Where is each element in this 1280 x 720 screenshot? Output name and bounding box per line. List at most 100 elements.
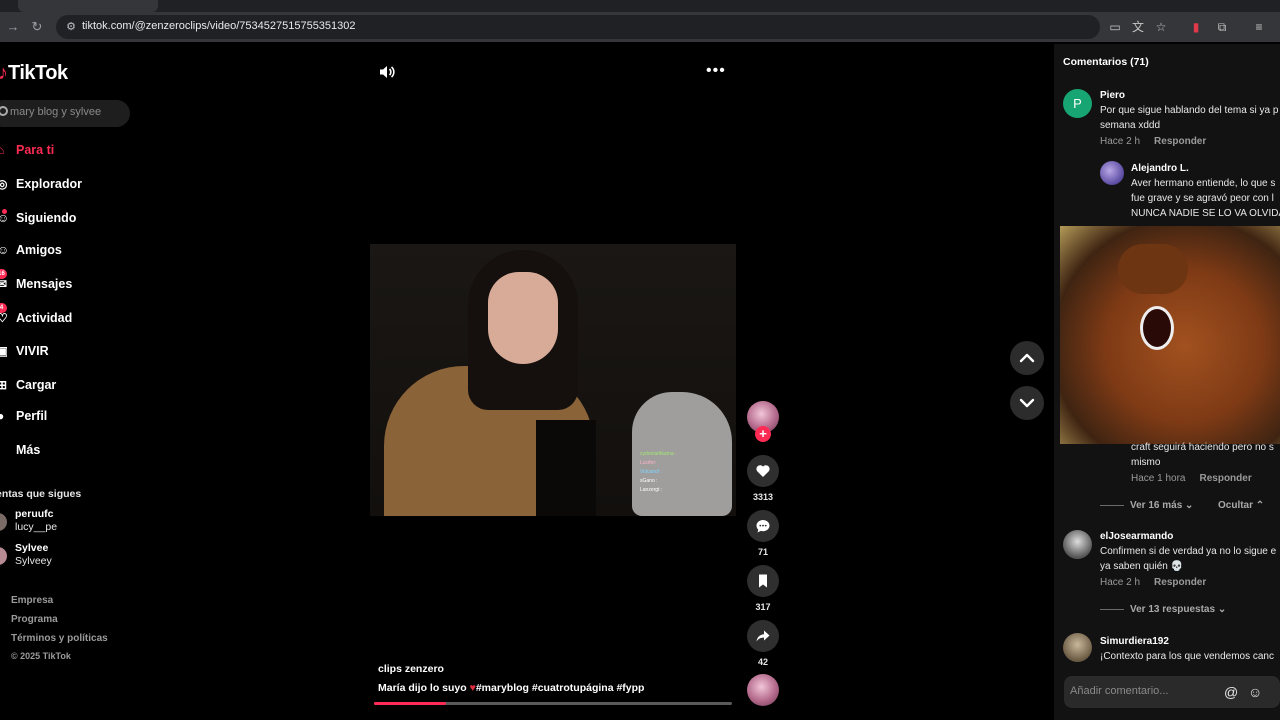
nav-item-actividad[interactable]: 4 ♡ Actividad <box>0 303 73 329</box>
like-count: 3313 <box>752 492 774 502</box>
new-content-dot <box>2 209 7 214</box>
search-input[interactable] <box>10 106 120 118</box>
nav-label: Para ti <box>16 143 55 157</box>
comment-text: Aver hermano entiende, lo que s fue grav… <box>1131 178 1280 219</box>
video-progress-bar[interactable] <box>374 702 732 705</box>
reply-button[interactable]: Responder <box>1154 136 1206 147</box>
live-icon: ▣ <box>0 344 7 358</box>
nav-label: Cargar <box>16 378 57 392</box>
nav-item-mas[interactable]: · Más <box>0 439 40 461</box>
video-progress-fill <box>374 702 446 705</box>
comment-author[interactable]: Simurdiera192 <box>1100 636 1169 647</box>
divider-line <box>1100 608 1124 610</box>
translate-icon[interactable]: 文 <box>1130 19 1146 35</box>
nav-item-perfil[interactable]: ● Perfil <box>0 405 47 427</box>
nav-item-vivir[interactable]: ▣ VIVIR <box>0 340 49 362</box>
comment-text: ¡Contexto para los que vendemos canc <box>1100 651 1274 662</box>
avatar[interactable] <box>1100 161 1124 185</box>
nav-item-cargar[interactable]: ⊞ Cargar <box>0 374 56 396</box>
nav-item-para-ti[interactable]: ⌂ Para ti <box>0 139 54 161</box>
more-icon: · <box>0 443 7 457</box>
following-account[interactable]: Sylvee Sylveey <box>0 542 90 570</box>
comment-text: craft seguirá haciendo pero no s mismo <box>1131 442 1274 468</box>
search-box[interactable] <box>0 100 130 127</box>
tiktok-logo[interactable]: ♪TikTok <box>0 62 68 85</box>
reload-icon[interactable]: ↻ <box>28 18 46 36</box>
add-comment-input[interactable] <box>1070 685 1220 697</box>
nav-item-amigos[interactable]: ☺ Amigos <box>0 239 62 261</box>
chevron-down-icon: ⌄ <box>1217 604 1227 615</box>
copyright: © 2025 TikTok <box>11 651 71 661</box>
toggle-label: Ocultar <box>1218 500 1254 511</box>
emoji-icon[interactable]: ☺ <box>1248 683 1262 701</box>
toggle-label: Ver 13 respuestas <box>1130 604 1216 615</box>
add-comment-box[interactable]: @ ☺ <box>1064 676 1280 708</box>
media-control-icon[interactable]: ≡ <box>1251 19 1267 35</box>
address-bar[interactable]: ⚙ tiktok.com/@zenzeroclips/video/7534527… <box>56 15 1100 39</box>
video-player[interactable]: cydoniartikama : Lucifer: Volcanof : sGa… <box>370 244 736 516</box>
view-more-replies-button[interactable]: Ver 16 más ⌄ <box>1100 500 1193 511</box>
browser-tab[interactable] <box>18 0 158 12</box>
volume-icon[interactable] <box>378 63 396 81</box>
extension-icon[interactable]: ▮ <box>1188 19 1204 35</box>
following-account[interactable]: peruufc lucy__pe <box>0 508 90 536</box>
chat-overlay-line: Volcanof : <box>640 469 662 475</box>
view-replies-button[interactable]: Ver 13 respuestas ⌄ <box>1100 604 1226 615</box>
music-disc-avatar[interactable] <box>747 674 779 706</box>
divider-line <box>1100 504 1124 506</box>
url-text[interactable]: tiktok.com/@zenzeroclips/video/753452751… <box>82 20 356 32</box>
upload-icon: ⊞ <box>0 378 7 392</box>
mention-icon[interactable]: @ <box>1224 683 1238 701</box>
more-options-icon[interactable]: ••• <box>706 62 726 80</box>
footer-link-terminos[interactable]: Términos y políticas <box>11 633 108 644</box>
footer-link-empresa[interactable]: Empresa <box>11 595 53 606</box>
comment-author[interactable]: Alejandro L. <box>1131 163 1189 174</box>
forward-icon[interactable]: → <box>4 18 22 36</box>
caption-hashtags[interactable]: #maryblog #cuatrotupágina #fypp <box>476 682 645 694</box>
account-handle: Sylveey <box>15 555 52 567</box>
reply-image-orangutan[interactable] <box>1060 226 1280 444</box>
nav-item-mensajes[interactable]: 16 ✉ Mensajes <box>0 269 72 295</box>
install-app-icon[interactable]: ▭ <box>1107 19 1123 35</box>
chat-overlay-line: sGano : <box>640 478 658 484</box>
nav-label: Explorador <box>16 177 82 191</box>
next-video-button[interactable] <box>1010 386 1044 420</box>
site-info-icon[interactable]: ⚙ <box>64 20 78 34</box>
nav-item-explorador[interactable]: ◎ Explorador <box>0 173 82 195</box>
nav-item-siguiendo[interactable]: ☺ Siguiendo <box>0 207 76 229</box>
compass-icon: ◎ <box>0 177 7 191</box>
bookmark-star-icon[interactable]: ☆ <box>1153 19 1169 35</box>
comment-meta: Hace 2 h Responder <box>1100 136 1206 147</box>
activity-icon: ♡ <box>0 311 7 325</box>
logo-text: TikTok <box>8 62 68 84</box>
comment-time: Hace 2 h <box>1100 136 1141 147</box>
search-icon[interactable] <box>0 106 8 116</box>
avatar[interactable] <box>1063 633 1092 662</box>
comment-text: Confirmen si de verdad ya no lo sigue e … <box>1100 546 1277 572</box>
toggle-label: Ver 16 más <box>1130 500 1183 511</box>
avatar <box>0 513 7 531</box>
comment-button[interactable] <box>747 510 779 542</box>
avatar[interactable] <box>1063 530 1092 559</box>
browser-tabstrip <box>0 0 1280 12</box>
hide-replies-button[interactable]: Ocultar ⌃ <box>1218 500 1264 511</box>
footer-link-programa[interactable]: Programa <box>11 614 58 625</box>
share-count: 42 <box>757 657 768 667</box>
previous-video-button[interactable] <box>1010 341 1044 375</box>
share-button[interactable] <box>747 620 779 652</box>
video-frame-shape <box>488 272 558 364</box>
save-button[interactable] <box>747 565 779 597</box>
extensions-puzzle-icon[interactable]: ⧉ <box>1214 19 1230 35</box>
nav-label: Perfil <box>16 409 48 423</box>
like-button[interactable] <box>747 455 779 487</box>
reply-button[interactable]: Responder <box>1154 577 1206 588</box>
comment-author[interactable]: elJosearmando <box>1100 531 1173 542</box>
comment-author[interactable]: Piero <box>1100 90 1125 101</box>
chevron-down-icon: ⌄ <box>1185 500 1194 511</box>
avatar[interactable]: P <box>1063 89 1092 118</box>
nav-label: Siguiendo <box>16 211 77 225</box>
video-author[interactable]: clips zenzero <box>378 663 444 675</box>
follow-plus-icon[interactable]: + <box>755 426 771 442</box>
nav-label: Actividad <box>16 311 73 325</box>
reply-button[interactable]: Responder <box>1199 473 1251 484</box>
